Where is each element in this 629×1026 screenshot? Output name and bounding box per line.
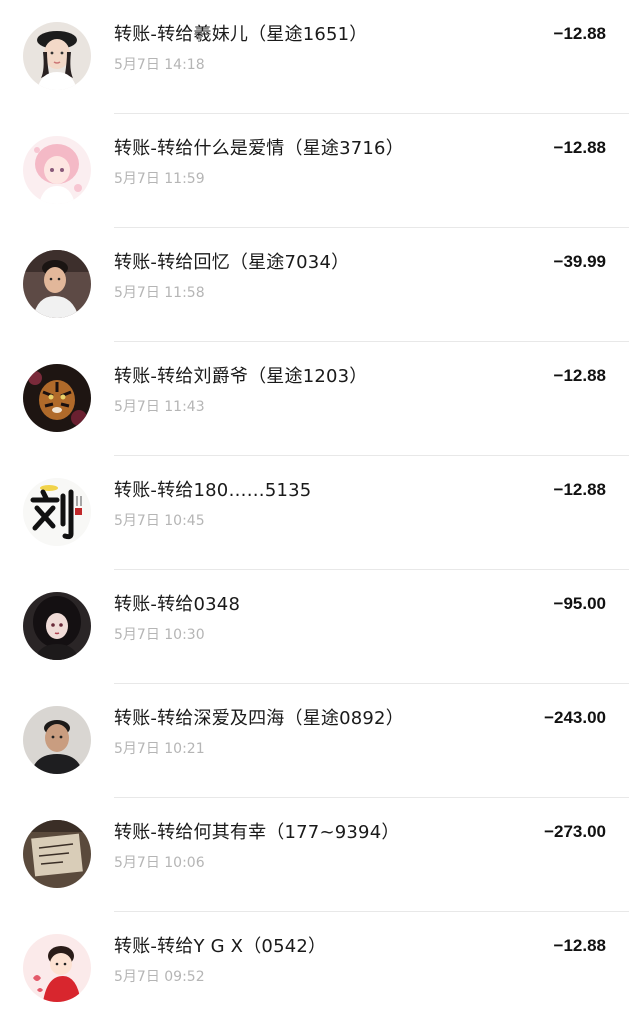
transaction-title: 转账-转给Y G X（0542）	[114, 936, 327, 957]
transaction-time: 5月7日 11:43	[114, 399, 205, 415]
transaction-row[interactable]: 转账-转给刘爵爷（星途1203） 5月7日 11:43 −12.88	[0, 342, 629, 456]
calligraphy-liu-avatar-icon	[23, 478, 91, 546]
transaction-title: 转账-转给何其有幸（177~9394）	[114, 822, 400, 843]
transaction-time: 5月7日 14:18	[114, 57, 205, 73]
transaction-amount: −12.88	[553, 24, 606, 43]
tiger-avatar-icon	[23, 364, 91, 432]
woman-beret-avatar-icon	[23, 22, 91, 90]
transaction-title: 转账-转给羲妹儿（星途1651）	[114, 24, 368, 45]
transaction-row[interactable]: 转账-转给回忆（星途7034） 5月7日 11:58 −39.99	[0, 228, 629, 342]
man-white-shirt-avatar-icon	[23, 250, 91, 318]
transaction-amount: −39.99	[553, 252, 606, 271]
transaction-row[interactable]: 转账-转给何其有幸（177~9394） 5月7日 10:06 −273.00	[0, 798, 629, 912]
transaction-row[interactable]: 转账-转给Y G X（0542） 5月7日 09:52 −12.88	[0, 912, 629, 1026]
transaction-row[interactable]: 转账-转给0348 5月7日 10:30 −95.00	[0, 570, 629, 684]
transaction-time: 5月7日 10:30	[114, 627, 205, 643]
transaction-time: 5月7日 09:52	[114, 969, 205, 985]
transaction-time: 5月7日 11:58	[114, 285, 205, 301]
transaction-amount: −95.00	[553, 594, 606, 613]
transaction-title: 转账-转给180……5135	[114, 480, 312, 501]
transaction-title: 转账-转给回忆（星途7034）	[114, 252, 350, 273]
anime-dark-girl-avatar-icon	[23, 592, 91, 660]
transaction-row[interactable]: 转账-转给深爱及四海（星途0892） 5月7日 10:21 −243.00	[0, 684, 629, 798]
transaction-amount: −243.00	[544, 708, 606, 727]
transaction-title: 转账-转给0348	[114, 594, 241, 615]
transaction-amount: −12.88	[553, 936, 606, 955]
transaction-amount: −12.88	[553, 138, 606, 157]
anime-pink-girl-avatar-icon	[23, 136, 91, 204]
transaction-time: 5月7日 11:59	[114, 171, 205, 187]
transaction-amount: −273.00	[544, 822, 606, 841]
transaction-row[interactable]: 转账-转给180……5135 5月7日 10:45 −12.88	[0, 456, 629, 570]
transaction-row[interactable]: 转账-转给什么是爱情（星途3716） 5月7日 11:59 −12.88	[0, 114, 629, 228]
transaction-amount: −12.88	[553, 366, 606, 385]
man-portrait-avatar-icon	[23, 706, 91, 774]
transaction-time: 5月7日 10:21	[114, 741, 205, 757]
note-paper-avatar-icon	[23, 820, 91, 888]
transaction-title: 转账-转给刘爵爷（星途1203）	[114, 366, 368, 387]
transaction-time: 5月7日 10:06	[114, 855, 205, 871]
transaction-time: 5月7日 10:45	[114, 513, 205, 529]
cartoon-kid-red-avatar-icon	[23, 934, 91, 1002]
transaction-title: 转账-转给深爱及四海（星途0892）	[114, 708, 404, 729]
transaction-row[interactable]: 转账-转给羲妹儿（星途1651） 5月7日 14:18 −12.88	[0, 0, 629, 114]
transaction-amount: −12.88	[553, 480, 606, 499]
transaction-title: 转账-转给什么是爱情（星途3716）	[114, 138, 404, 159]
